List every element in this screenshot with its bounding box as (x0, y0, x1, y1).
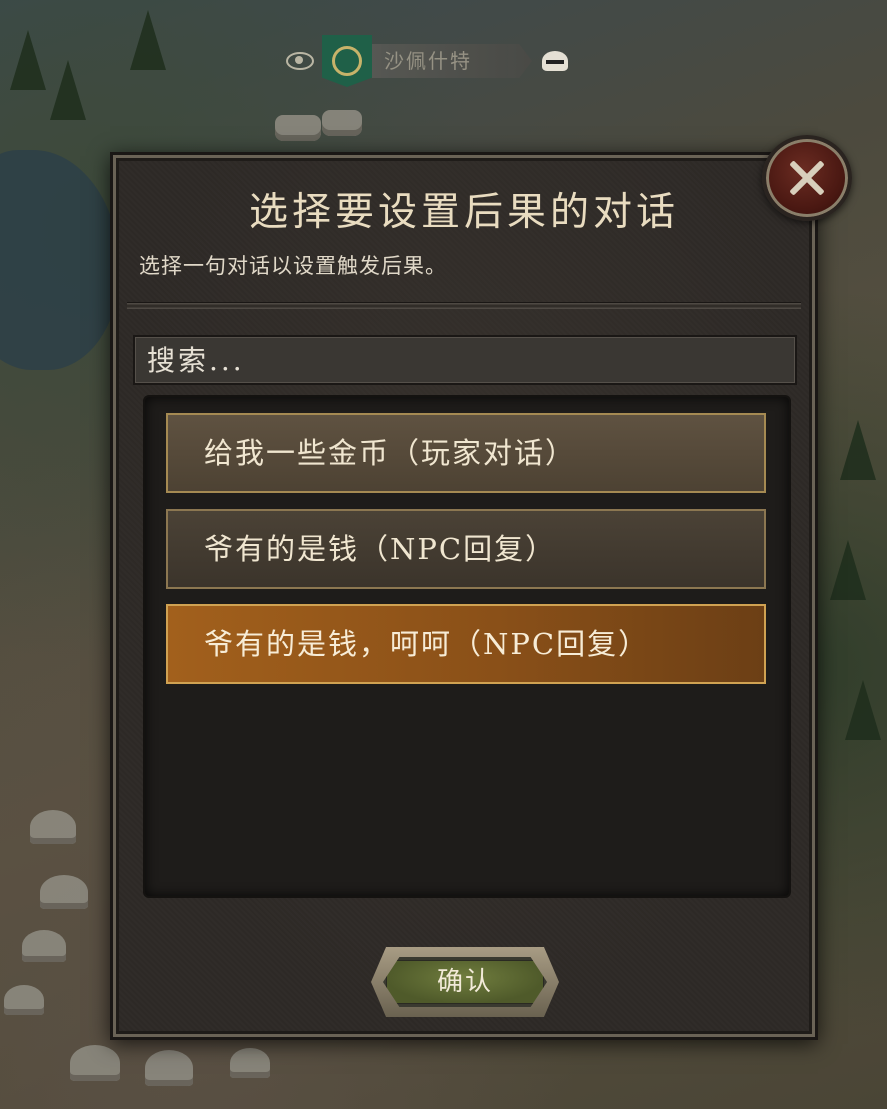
close-icon (787, 158, 827, 198)
map-tree (130, 10, 166, 70)
map-yurt (230, 1048, 270, 1078)
list-item-1[interactable]: 爷有的是钱（NPC回复） (166, 509, 766, 589)
map-yurt (4, 985, 44, 1015)
map-yurt (145, 1050, 193, 1086)
divider (127, 302, 801, 309)
map-tree (840, 420, 876, 480)
map-river (0, 150, 120, 370)
helmet-icon (542, 51, 568, 71)
map-yurt (322, 110, 362, 136)
map-tree (50, 60, 86, 120)
dialog-subtitle: 选择一句对话以设置触发后果。 (139, 254, 447, 278)
settlement-name: 沙佩什特 (372, 44, 532, 78)
close-button[interactable] (762, 135, 852, 221)
map-yurt (70, 1045, 120, 1081)
faction-emblem-icon (332, 46, 362, 76)
map-tree (845, 680, 881, 740)
list-item-0[interactable]: 给我一些金币（玩家对话） (166, 413, 766, 493)
faction-banner (322, 35, 372, 87)
select-dialog-modal: 选择要设置后果的对话 选择一句对话以设置触发后果。 给我一些金币（玩家对话） 爷… (110, 152, 818, 1040)
map-tree (10, 30, 46, 90)
map-yurt (30, 810, 76, 844)
map-yurt (40, 875, 88, 909)
map-yurt (275, 115, 321, 141)
map-tree (830, 540, 866, 600)
confirm-button[interactable]: 确认 (383, 957, 547, 1007)
map-yurt (22, 930, 66, 962)
dialog-title: 选择要设置后果的对话 (248, 190, 679, 235)
search-input[interactable] (133, 335, 797, 385)
dialogue-list: 给我一些金币（玩家对话） 爷有的是钱（NPC回复） 爷有的是钱，呵呵（NPC回复… (143, 395, 791, 898)
eye-icon[interactable] (286, 52, 314, 70)
list-item-2-selected[interactable]: 爷有的是钱，呵呵（NPC回复） (166, 604, 766, 684)
settlement-nameplate[interactable]: 沙佩什特 (286, 35, 568, 87)
